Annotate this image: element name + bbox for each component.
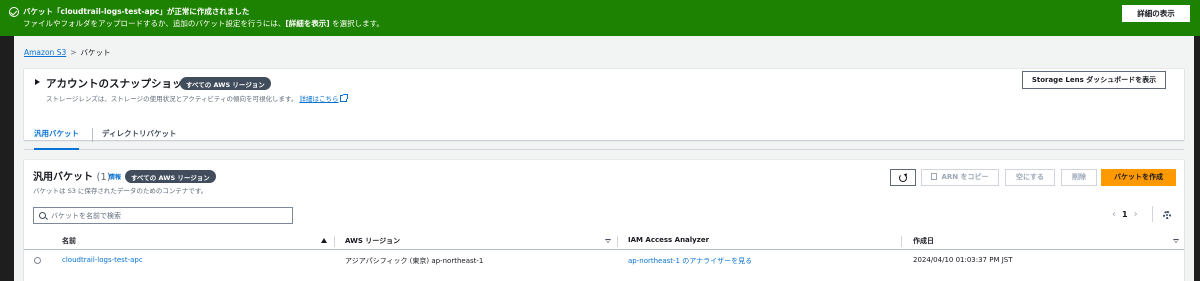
refresh-icon bbox=[899, 174, 907, 182]
storage-lens-dashboard-button[interactable]: Storage Lens ダッシュボードを表示 bbox=[1022, 71, 1166, 89]
buckets-title: 汎用バケット (1) bbox=[33, 168, 111, 183]
column-divider bbox=[617, 236, 618, 247]
bucket-type-tabs: 汎用バケット ディレクトリバケット bbox=[24, 124, 1184, 150]
bucket-search-input[interactable] bbox=[51, 209, 286, 222]
tab-general-purpose-buckets[interactable]: 汎用バケット bbox=[34, 124, 79, 150]
general-purpose-buckets-panel: 汎用バケット (1) 情報 すべての AWS リージョン バケットは S3 に保… bbox=[24, 160, 1184, 281]
breadcrumb-current: バケット bbox=[80, 48, 111, 57]
bucket-search-box[interactable] bbox=[33, 207, 293, 224]
breadcrumb: Amazon S3 > バケット bbox=[24, 47, 111, 58]
flash-message: ファイルやフォルダをアップロードするか、追加のバケット設定を行うには、[詳細を表… bbox=[23, 18, 384, 29]
success-check-icon bbox=[9, 7, 19, 17]
snapshot-description: ストレージレンズは、ストレージの使用状況とアクティビティの傾向を可視化します。 … bbox=[46, 93, 349, 103]
snapshot-description-text: ストレージレンズは、ストレージの使用状況とアクティビティの傾向を可視化します。 bbox=[46, 95, 298, 103]
flash-message-suffix: を選択します。 bbox=[329, 19, 384, 28]
breadcrumb-separator: > bbox=[70, 48, 77, 57]
info-link[interactable]: 情報 bbox=[109, 172, 121, 181]
buckets-description: バケットは S3 に保存されたデータのためのコンテナです。 bbox=[33, 187, 208, 195]
view-analyzer-link[interactable]: ap-northeast-1 のアナライザーを見る bbox=[628, 256, 752, 266]
table-row[interactable]: cloudtrail-logs-test-apc アジアパシフィック (東京) … bbox=[24, 251, 1184, 269]
column-header-name[interactable]: 名前 bbox=[62, 236, 76, 246]
breadcrumb-amazon-s3[interactable]: Amazon S3 bbox=[24, 48, 66, 57]
search-icon bbox=[39, 212, 46, 219]
column-header-iam-access-analyzer[interactable]: IAM Access Analyzer bbox=[628, 236, 709, 244]
current-page-number[interactable]: 1 bbox=[1122, 210, 1128, 219]
success-flash-banner: バケット「cloudtrail-logs-test-apc」が正常に作成されまし… bbox=[0, 0, 1200, 36]
flash-message-prefix: ファイルやフォルダをアップロードするか、追加のバケット設定を行うには、 bbox=[23, 19, 286, 28]
pagination: ‹ 1 › bbox=[1112, 209, 1138, 220]
sort-icon[interactable] bbox=[1173, 239, 1179, 243]
flash-title: バケット「cloudtrail-logs-test-apc」が正常に作成されまし… bbox=[23, 7, 250, 16]
sort-icon[interactable] bbox=[605, 239, 611, 243]
bucket-region: アジアパシフィック (東京) ap-northeast-1 bbox=[345, 257, 484, 265]
flash-message-bold: [詳細を表示] bbox=[285, 19, 330, 28]
sort-ascending-icon[interactable] bbox=[321, 238, 327, 243]
column-divider bbox=[334, 236, 335, 247]
bucket-creation-date: 2024/04/10 01:03:37 PM JST bbox=[913, 256, 1013, 264]
external-link-icon bbox=[340, 94, 349, 102]
tab-divider bbox=[92, 128, 93, 142]
previous-page-icon[interactable]: ‹ bbox=[1112, 209, 1116, 220]
copy-icon bbox=[931, 173, 938, 180]
snapshot-region-badge: すべての AWS リージョン bbox=[180, 77, 271, 90]
view-details-button[interactable]: 詳細の表示 bbox=[1122, 5, 1190, 22]
tab-directory-buckets[interactable]: ディレクトリバケット bbox=[102, 124, 176, 150]
learn-more-link[interactable]: 詳細はこちら bbox=[299, 95, 338, 103]
row-select-radio[interactable] bbox=[34, 257, 41, 264]
empty-bucket-button[interactable]: 空にする bbox=[1005, 169, 1055, 186]
next-page-icon[interactable]: › bbox=[1134, 209, 1138, 220]
pagination-divider bbox=[1152, 206, 1153, 222]
s3-buckets-page: Amazon S3 > バケット アカウントのスナップショット すべての AWS リ… bbox=[14, 36, 1194, 281]
column-header-region[interactable]: AWS リージョン bbox=[345, 236, 400, 246]
create-bucket-button[interactable]: バケットを作成 bbox=[1101, 169, 1176, 186]
bucket-name-link[interactable]: cloudtrail-logs-test-apc bbox=[62, 256, 143, 264]
refresh-button[interactable] bbox=[890, 169, 916, 186]
column-divider bbox=[901, 236, 902, 247]
copy-arn-label: ARN をコピー bbox=[941, 173, 989, 181]
gear-icon[interactable] bbox=[1163, 211, 1171, 219]
buckets-title-text: 汎用バケット bbox=[33, 172, 93, 183]
copy-arn-button[interactable]: ARN をコピー bbox=[921, 169, 999, 186]
snapshot-title[interactable]: アカウントのスナップショット bbox=[46, 76, 193, 91]
table-header: 名前 AWS リージョン IAM Access Analyzer 作成日 bbox=[24, 232, 1184, 250]
browser-frame: バケット「cloudtrail-logs-test-apc」が正常に作成されまし… bbox=[0, 0, 1200, 281]
delete-bucket-button[interactable]: 削除 bbox=[1061, 169, 1097, 186]
column-header-creation-date[interactable]: 作成日 bbox=[913, 236, 934, 246]
expand-caret-icon[interactable] bbox=[35, 79, 40, 85]
buckets-region-badge: すべての AWS リージョン bbox=[125, 170, 216, 183]
